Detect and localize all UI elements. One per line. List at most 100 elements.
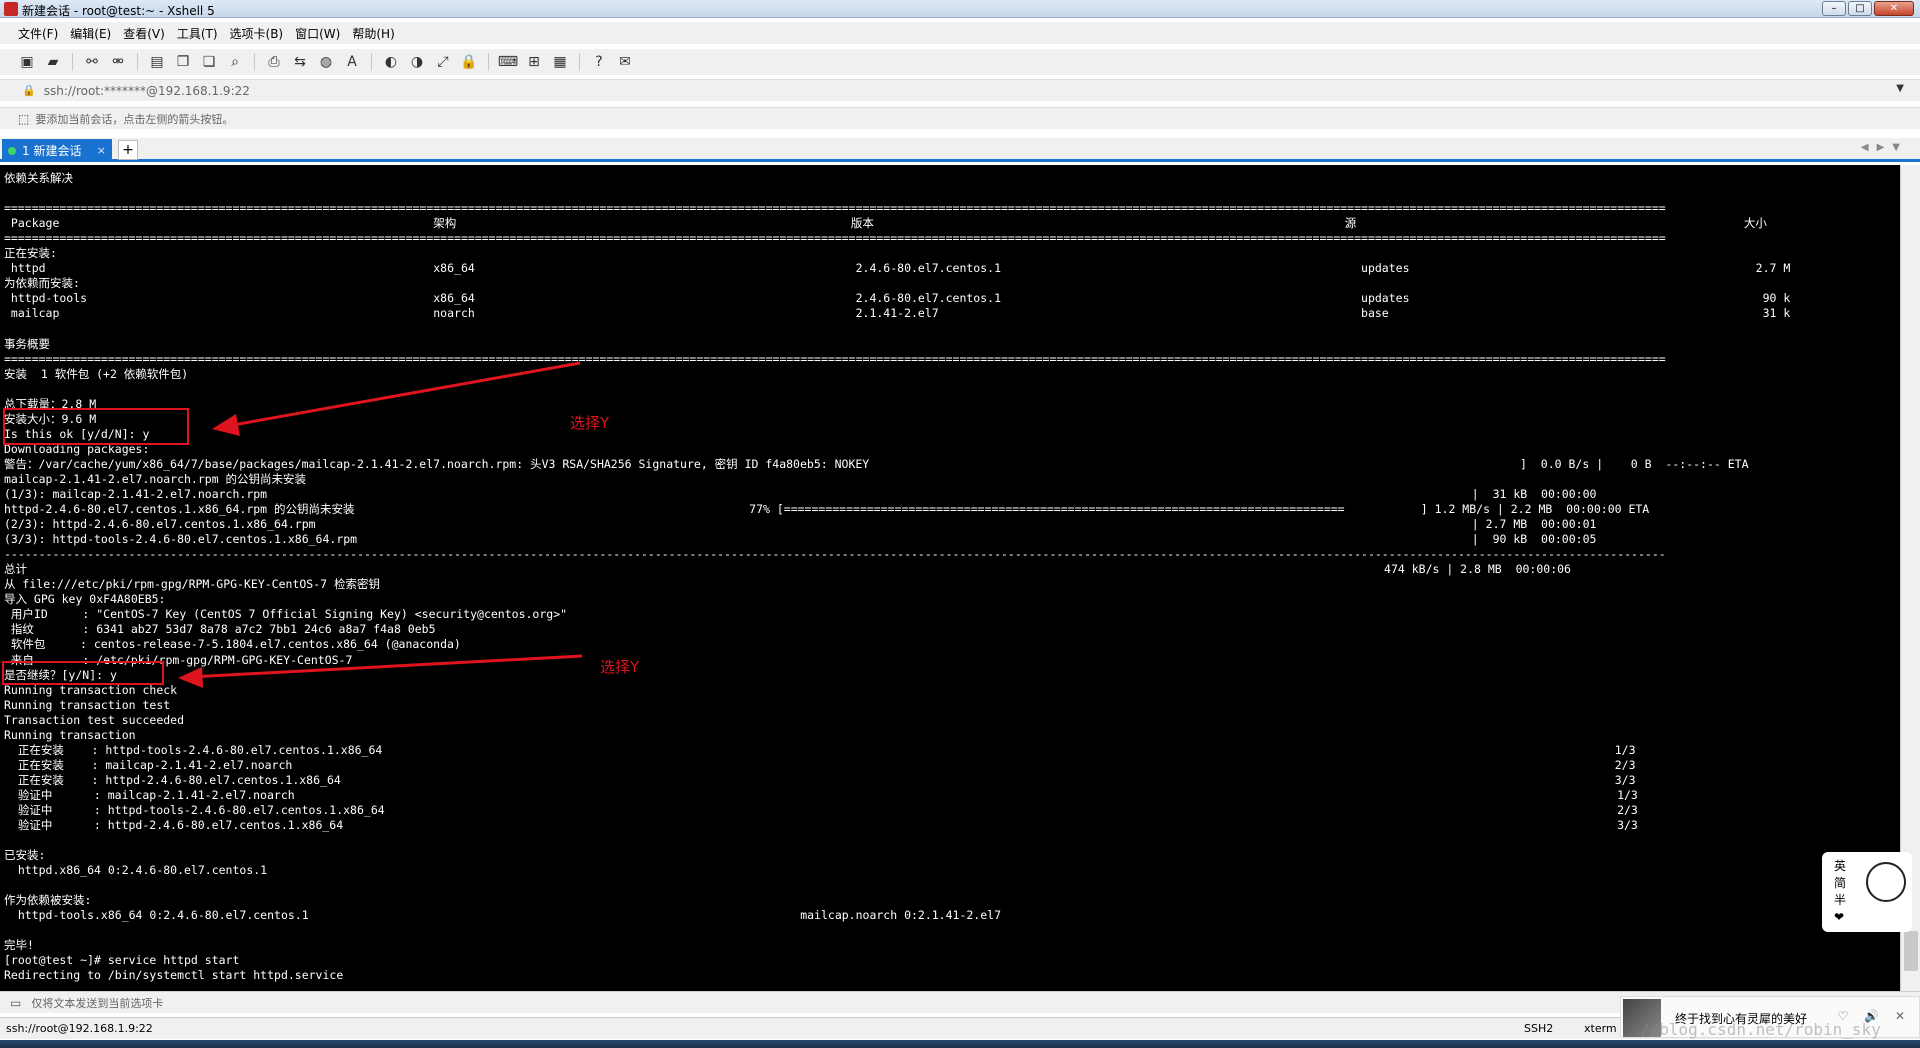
terminal-line: httpd-2.4.6-80.el7.centos.1.x86_64.rpm 的… bbox=[4, 502, 1650, 517]
lock-icon: 🔒 bbox=[22, 84, 36, 97]
taskbar bbox=[0, 1040, 1920, 1048]
toolbar-divider bbox=[488, 53, 489, 71]
send-bar-text: 仅将文本发送到当前选项卡 bbox=[31, 996, 164, 1010]
scrollbar-thumb[interactable] bbox=[1904, 931, 1918, 971]
terminal-line: Running transaction test bbox=[4, 697, 171, 712]
hint-text: 要添加当前会话，点击左侧的箭头按钮。 bbox=[35, 112, 234, 126]
terminal-line: httpd x86_64 2.4.6-80.el7.centos.1 updat bbox=[4, 261, 1791, 276]
add-icon[interactable]: ⊞ bbox=[525, 53, 543, 71]
annotation-label-1: 选择Y bbox=[570, 414, 610, 432]
font-icon[interactable]: A bbox=[343, 53, 361, 71]
menu-tabs[interactable]: 选项卡(B) bbox=[230, 25, 284, 42]
terminal-line: 安装 1 软件包 (+2 依赖软件包) bbox=[4, 366, 189, 381]
xshell-app-icon bbox=[4, 2, 18, 16]
tab-new-session[interactable]: 1 新建会话 × bbox=[2, 139, 112, 162]
fullscreen-icon[interactable]: ⤢ bbox=[434, 53, 452, 71]
terminal-line: [root@test ~]# service httpd start bbox=[4, 953, 240, 968]
connected-status-icon bbox=[8, 146, 16, 155]
lock-icon[interactable]: 🔒 bbox=[460, 53, 478, 71]
terminal-line: 安装大小：9.6 M bbox=[4, 411, 97, 426]
terminal-area[interactable]: 依赖关系解决 =================================… bbox=[0, 165, 1900, 991]
sticker-text: 英简半 ❤ bbox=[1834, 858, 1846, 926]
sticker-char: 简 bbox=[1834, 876, 1847, 890]
paste-icon[interactable]: ❏ bbox=[200, 53, 218, 71]
chevron-down-icon[interactable]: ▼ bbox=[1896, 83, 1904, 94]
terminal-line: Running transaction check bbox=[4, 682, 178, 697]
print-icon[interactable]: ⎙ bbox=[265, 53, 283, 71]
tab-close-icon[interactable]: × bbox=[97, 144, 106, 157]
new-session-icon[interactable]: ▣ bbox=[18, 53, 36, 71]
terminal-line: httpd-tools x86_64 2.4.6-80.el7.centos.1… bbox=[4, 291, 1791, 306]
keyboard-icon[interactable]: ⌨ bbox=[498, 53, 518, 71]
terminal-line: 正在安装 : mailcap-2.1.41-2.el7.noarch 2/3 bbox=[4, 757, 1636, 772]
xftp-icon[interactable]: ◐ bbox=[382, 53, 400, 71]
minimize-button[interactable]: – bbox=[1822, 1, 1846, 16]
script-icon[interactable]: ◑ bbox=[408, 53, 426, 71]
terminal-line: (2/3): httpd-2.4.6-80.el7.centos.1.x86_6… bbox=[4, 517, 1597, 532]
transfer-icon[interactable]: ⇆ bbox=[291, 53, 309, 71]
terminal-line: 正在安装 : httpd-tools-2.4.6-80.el7.centos.1… bbox=[4, 742, 1636, 757]
open-folder-icon[interactable]: ▰ bbox=[44, 53, 62, 71]
input-method-sticker[interactable]: 英简半 ❤ bbox=[1822, 852, 1912, 932]
find-icon[interactable]: ⌕ bbox=[226, 53, 244, 71]
tab-navigation[interactable]: ◀▶▼ bbox=[1861, 142, 1908, 153]
terminal-line: ----------------------------------------… bbox=[4, 547, 1666, 562]
terminal-line: (3/3): httpd-tools-2.4.6-80.el7.centos.1… bbox=[4, 532, 1597, 547]
properties-icon[interactable]: ▤ bbox=[148, 53, 166, 71]
terminal-line: ========================================… bbox=[4, 231, 1666, 246]
terminal-line: httpd-tools.x86_64 0:2.4.6-80.el7.centos… bbox=[4, 908, 1001, 923]
toolbar-divider bbox=[72, 53, 73, 71]
maximize-button[interactable]: □ bbox=[1848, 1, 1872, 16]
toolbar-divider bbox=[371, 53, 372, 71]
annotation-label-2: 选择Y bbox=[600, 658, 640, 676]
copy-icon[interactable]: ❐ bbox=[174, 53, 192, 71]
terminal-line: 用户ID : "CentOS-7 Key (CentOS 7 Official … bbox=[4, 607, 568, 622]
toolbar-divider bbox=[254, 53, 255, 71]
sticker-char: ❤ bbox=[1834, 910, 1845, 924]
terminal-line: mailcap noarch 2.1.41-2.el7 base 31 k bbox=[4, 306, 1791, 321]
terminal-line: 验证中 : mailcap-2.1.41-2.el7.noarch 1/3 bbox=[4, 787, 1638, 802]
menu-help[interactable]: 帮助(H) bbox=[352, 25, 394, 42]
terminal-line: 软件包 : centos-release-7-5.1804.el7.centos… bbox=[4, 637, 461, 652]
terminal-line: 总下载量：2.8 M bbox=[4, 396, 97, 411]
menu-tools[interactable]: 工具(T) bbox=[177, 25, 218, 42]
terminal-line: 正在安装: bbox=[4, 246, 57, 261]
terminal-line: 从 file:///etc/pki/rpm-gpg/RPM-GPG-KEY-Ce… bbox=[4, 577, 380, 592]
chat-icon[interactable]: ✉ bbox=[616, 53, 634, 71]
terminal-line: ========================================… bbox=[4, 351, 1666, 366]
menu-view[interactable]: 查看(V) bbox=[123, 25, 165, 42]
send-icon[interactable]: ▭ bbox=[10, 996, 21, 1010]
terminal-line: 来自 : /etc/pki/rpm-gpg/RPM-GPG-KEY-CentOS… bbox=[4, 652, 353, 667]
terminal-line: Running transaction bbox=[4, 727, 136, 742]
close-button[interactable]: ✕ bbox=[1874, 1, 1914, 16]
terminal-line: 指纹 : 6341 ab27 53d7 8a78 a7c2 7bb1 24c6 … bbox=[4, 622, 436, 637]
menu-edit[interactable]: 编辑(E) bbox=[70, 25, 111, 42]
menu-file[interactable]: 文件(F) bbox=[18, 25, 58, 42]
terminal-line: 完毕! bbox=[4, 938, 34, 953]
terminal-line: 验证中 : httpd-tools-2.4.6-80.el7.centos.1.… bbox=[4, 802, 1638, 817]
layout-icon[interactable]: ▦ bbox=[551, 53, 569, 71]
terminal-line: 已安装: bbox=[4, 848, 46, 863]
sticker-char: 英 bbox=[1834, 859, 1847, 873]
address-bar[interactable]: 🔒 ssh://root:*******@192.168.1.9:22 ▼ bbox=[0, 79, 1920, 101]
toolbar: ▣ ▰ ⚯ ⚮ ▤ ❐ ❏ ⌕ ⎙ ⇆ ◍ A ◐ ◑ ⤢ 🔒 ⌨ ⊞ ▦ ? … bbox=[0, 49, 1920, 75]
add-tab-button[interactable]: + bbox=[118, 140, 138, 160]
cartoon-face-icon bbox=[1866, 862, 1906, 902]
tab-label: 1 新建会话 bbox=[22, 144, 82, 158]
terminal-line: mailcap-2.1.41-2.el7.noarch.rpm 的公钥尚未安装 bbox=[4, 471, 307, 486]
terminal-line: 正在安装 : httpd-2.4.6-80.el7.centos.1.x86_6… bbox=[4, 772, 1636, 787]
menu-window[interactable]: 窗口(W) bbox=[295, 25, 340, 42]
terminal-line: ========================================… bbox=[4, 201, 1666, 216]
globe-icon[interactable]: ◍ bbox=[317, 53, 335, 71]
add-session-arrow-icon[interactable]: ⬚ bbox=[18, 112, 29, 126]
terminal-line: Downloading packages: bbox=[4, 441, 150, 456]
terminal-line: 为依赖而安装: bbox=[4, 276, 80, 291]
address-field[interactable]: ssh://root:*******@192.168.1.9:22 bbox=[44, 84, 250, 98]
help-icon[interactable]: ? bbox=[590, 53, 608, 71]
disconnect-icon[interactable]: ⚮ bbox=[109, 53, 127, 71]
terminal-line: Package 架构 版本 源 大小 bbox=[4, 216, 1767, 231]
reconnect-icon[interactable]: ⚯ bbox=[83, 53, 101, 71]
